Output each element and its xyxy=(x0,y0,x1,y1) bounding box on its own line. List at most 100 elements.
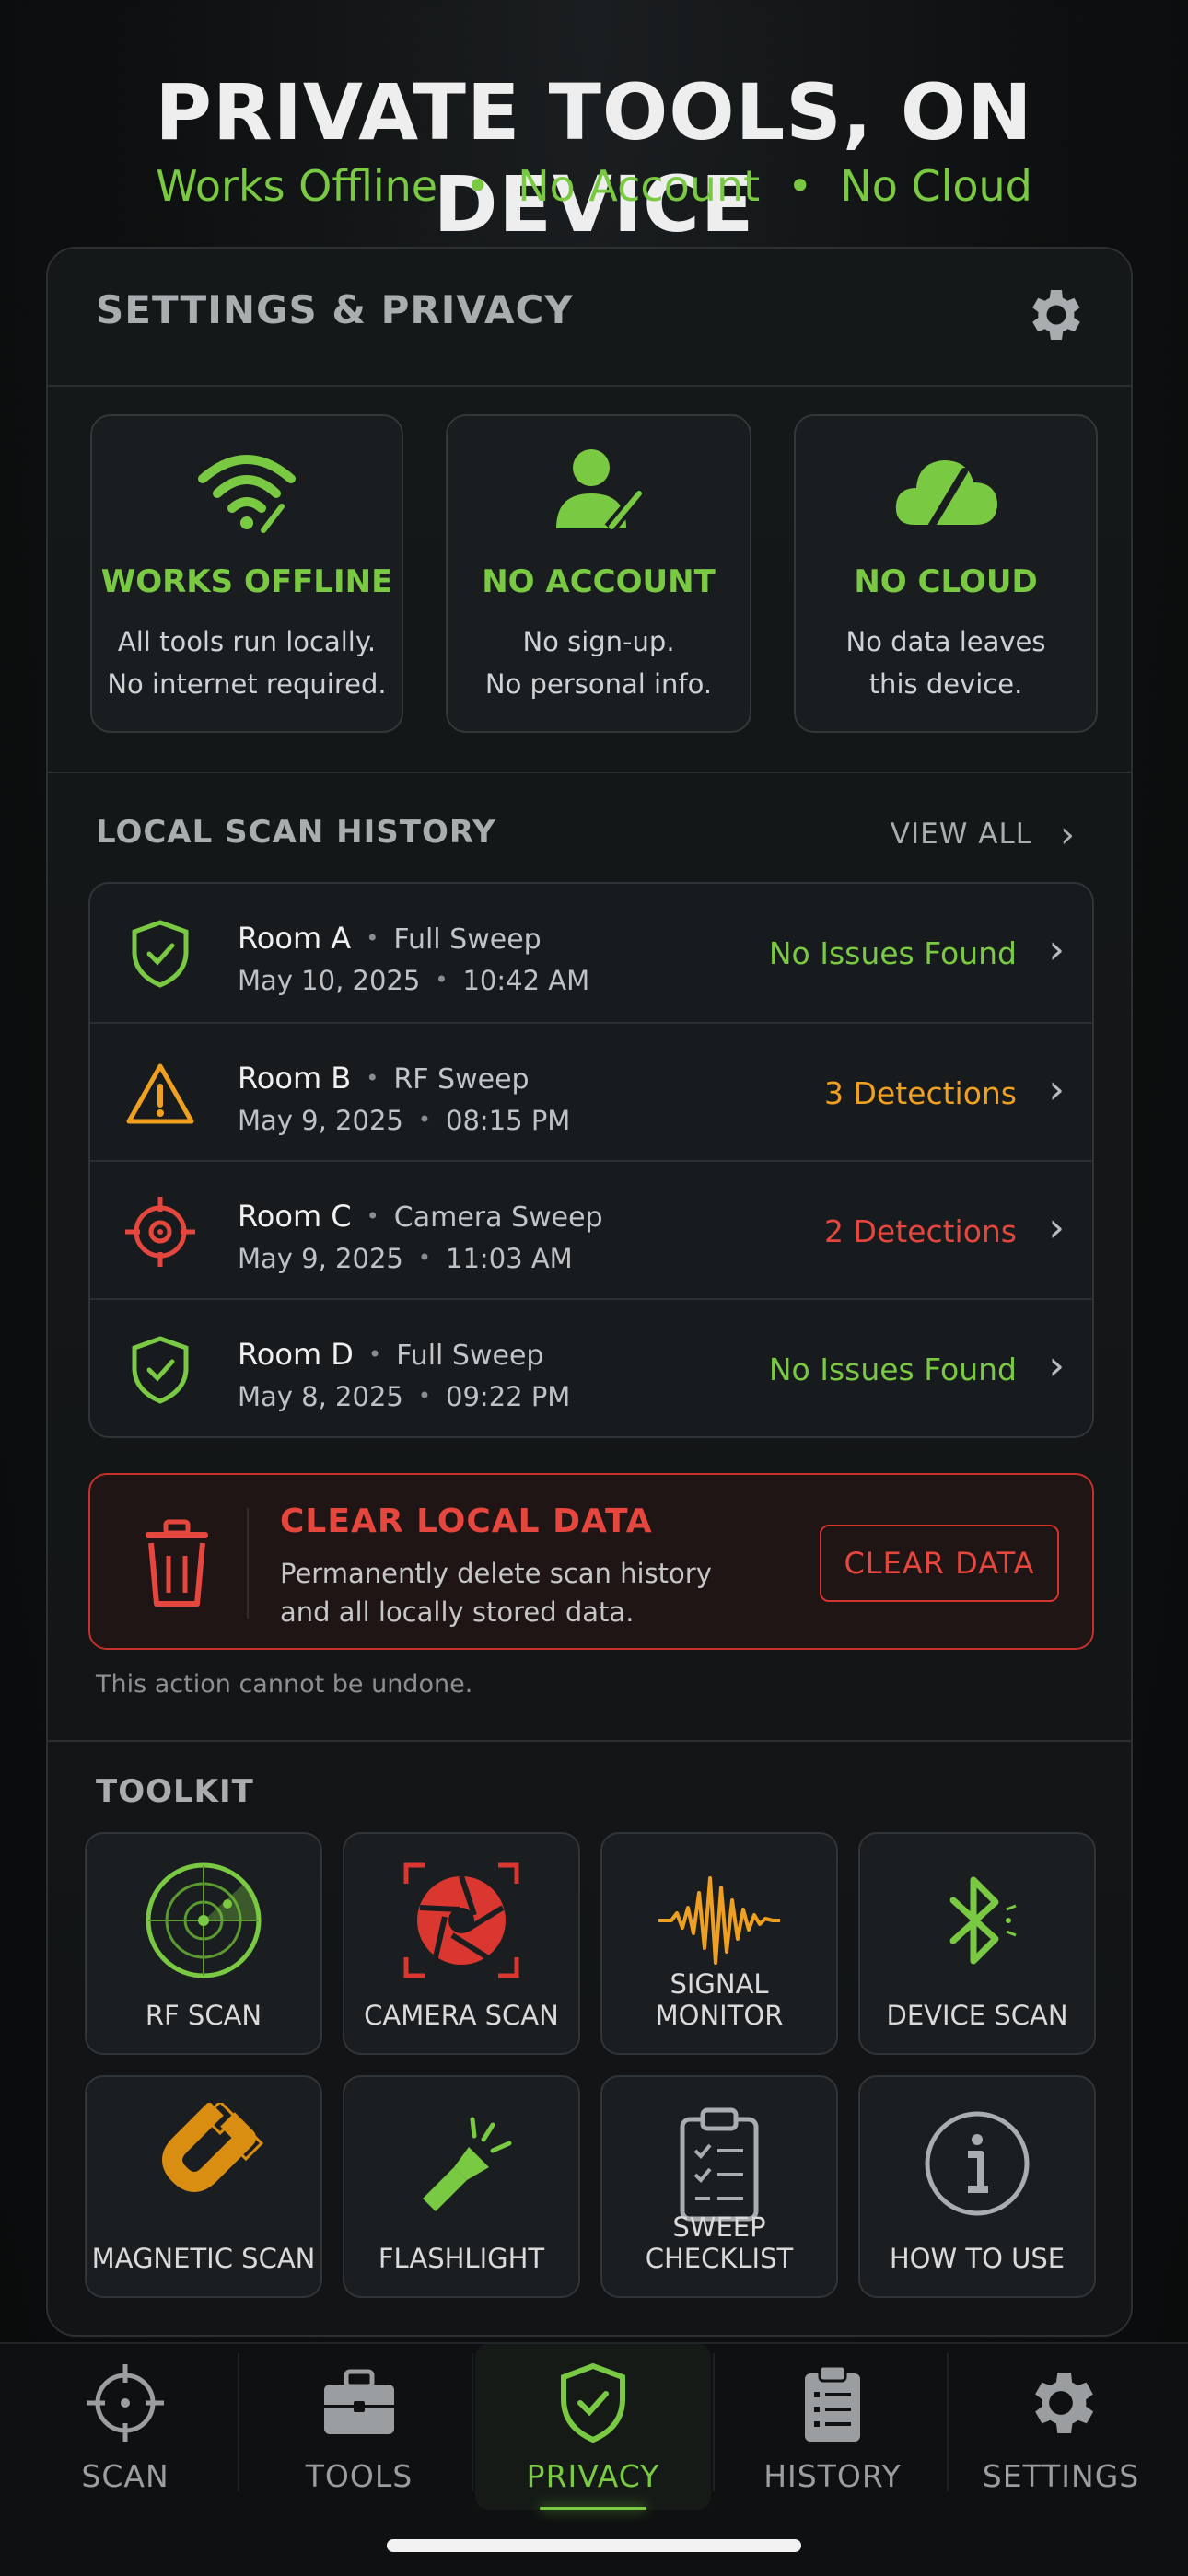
tool-device-scan[interactable]: DEVICE SCAN xyxy=(858,1832,1096,2055)
feature-desc-line: No data leaves xyxy=(845,626,1046,657)
chevron-right-icon: › xyxy=(1048,1204,1065,1251)
tab-label: TOOLS xyxy=(305,2458,413,2494)
tool-label: HOW TO USE xyxy=(889,2243,1066,2274)
tab-label: SCAN xyxy=(81,2458,169,2494)
history-status: 2 Detections xyxy=(824,1213,1017,1249)
history-row-room-c[interactable]: Room C • Camera Sweep May 9, 2025 • 11:03 AM… xyxy=(90,1160,1092,1300)
chevron-right-icon: › xyxy=(1048,1066,1065,1113)
scan-date: May 8, 2025 xyxy=(238,1381,403,1412)
tool-magnetic-scan[interactable]: MAGNETIC SCAN xyxy=(85,2075,322,2298)
tagline-no-account: No Account xyxy=(518,161,761,211)
shield-check-icon xyxy=(561,2362,625,2443)
tool-how-to-use[interactable]: HOW TO USE xyxy=(858,2075,1096,2298)
tool-camera-scan[interactable]: CAMERA SCAN xyxy=(343,1832,580,2055)
tool-rf-scan[interactable]: RF SCAN xyxy=(85,1832,322,2055)
feature-title: WORKS OFFLINE xyxy=(100,563,393,600)
clear-data-title: CLEAR LOCAL DATA xyxy=(280,1503,653,1540)
clipboard-checklist-icon xyxy=(680,2107,759,2222)
history-room: Room B • RF Sweep xyxy=(238,1061,530,1096)
room-name: Room B xyxy=(238,1061,352,1096)
clear-data-description: Permanently delete scan history and all … xyxy=(280,1554,712,1631)
tool-signal-monitor[interactable]: SIGNAL MONITOR xyxy=(600,1832,838,2055)
feature-desc: No sign-up. No personal info. xyxy=(448,621,750,705)
toolkit-section-label: TOOLKIT xyxy=(96,1773,254,1810)
feature-desc-line: No internet required. xyxy=(107,668,387,700)
tagline-offline: Works Offline xyxy=(156,161,438,211)
history-status: No Issues Found xyxy=(768,1352,1017,1387)
bullet-separator: • xyxy=(367,1341,382,1367)
feature-card-no-account: NO ACCOUNT No sign-up. No personal info. xyxy=(446,414,751,733)
no-account-icon xyxy=(556,449,646,533)
gear-icon xyxy=(1035,2373,1094,2433)
tab-tools[interactable]: TOOLS xyxy=(241,2344,477,2510)
scan-time: 09:22 PM xyxy=(446,1381,571,1412)
active-tab-indicator xyxy=(540,2507,646,2510)
feature-card-no-cloud: NO CLOUD No data leaves this device. xyxy=(794,414,1098,733)
history-status: 3 Detections xyxy=(824,1075,1017,1111)
history-row-room-b[interactable]: Room B • RF Sweep May 9, 2025 • 08:15 PM 3 D… xyxy=(90,1022,1092,1162)
room-name: Room D xyxy=(238,1337,354,1372)
tab-settings[interactable]: SETTINGS xyxy=(943,2344,1179,2510)
tool-sweep-checklist[interactable]: SWEEP CHECKLIST xyxy=(600,2075,838,2298)
clear-data-button[interactable]: CLEAR DATA xyxy=(820,1525,1059,1602)
feature-desc-line: No personal info. xyxy=(484,668,713,700)
tool-label: MAGNETIC SCAN xyxy=(91,2243,316,2274)
tab-scan[interactable]: SCAN xyxy=(7,2344,243,2510)
flashlight-icon xyxy=(423,2117,512,2211)
scan-time: 08:15 PM xyxy=(446,1105,571,1136)
clear-desc-line: Permanently delete scan history xyxy=(280,1558,712,1589)
feature-card-offline: WORKS OFFLINE All tools run locally. No … xyxy=(90,414,403,733)
divider xyxy=(48,385,1131,387)
bullet-separator: • xyxy=(366,925,379,951)
clear-data-warning-note: This action cannot be undone. xyxy=(96,1670,473,1699)
history-date: May 8, 2025 • 09:22 PM xyxy=(238,1381,570,1412)
tool-label: DEVICE SCAN xyxy=(886,2000,1068,2031)
scan-date: May 9, 2025 xyxy=(238,1105,403,1136)
tab-label: PRIVACY xyxy=(526,2458,660,2494)
bullet-separator: • xyxy=(417,1383,432,1409)
clear-local-data-box: CLEAR LOCAL DATA Permanently delete scan… xyxy=(88,1473,1094,1650)
camera-aperture-icon xyxy=(403,1862,519,1978)
waveform-icon xyxy=(658,1876,780,1965)
room-name: Room A xyxy=(238,921,352,956)
scan-date: May 10, 2025 xyxy=(238,965,421,996)
wifi-offline-icon xyxy=(198,455,296,533)
gear-icon[interactable] xyxy=(1020,282,1087,348)
scan-type: RF Sweep xyxy=(393,1063,530,1096)
history-row-room-a[interactable]: Room A • Full Sweep May 10, 2025 • 10:42 AM … xyxy=(90,884,1092,1022)
bullet-separator: • xyxy=(366,1203,379,1229)
divider xyxy=(48,772,1131,773)
tab-privacy[interactable]: PRIVACY xyxy=(475,2344,711,2510)
view-all-link[interactable]: VIEW ALL › xyxy=(891,814,1076,856)
header-tagline: Works Offline • No Account • No Cloud xyxy=(0,157,1188,215)
clipboard-icon xyxy=(805,2364,860,2442)
history-status: No Issues Found xyxy=(768,935,1017,971)
history-room: Room C • Camera Sweep xyxy=(238,1199,603,1234)
bullet-separator: • xyxy=(435,967,448,992)
room-name: Room C xyxy=(238,1199,352,1234)
trash-icon xyxy=(146,1519,208,1607)
feature-desc: No data leaves this device. xyxy=(796,621,1096,705)
tab-history[interactable]: HISTORY xyxy=(715,2344,950,2510)
feature-desc-line: All tools run locally. xyxy=(117,626,377,657)
divider xyxy=(48,1740,1131,1742)
tagline-no-cloud: No Cloud xyxy=(840,161,1032,211)
view-all-label: VIEW ALL xyxy=(890,818,1032,851)
magnet-icon xyxy=(162,2103,264,2192)
history-room: Room D • Full Sweep xyxy=(238,1337,543,1372)
scan-time: 10:42 AM xyxy=(462,965,590,996)
tab-label: SETTINGS xyxy=(982,2458,1140,2494)
warning-icon xyxy=(126,1063,194,1124)
bluetooth-icon xyxy=(949,1876,1017,1965)
chevron-right-icon: › xyxy=(1060,814,1076,856)
tool-flashlight[interactable]: FLASHLIGHT xyxy=(343,2075,580,2298)
history-row-room-d[interactable]: Room D • Full Sweep May 8, 2025 • 09:22 PM N… xyxy=(90,1298,1092,1436)
tool-label: SWEEP CHECKLIST xyxy=(645,2211,794,2274)
shield-check-icon xyxy=(132,920,189,988)
no-cloud-icon xyxy=(895,460,997,530)
home-indicator[interactable] xyxy=(387,2539,801,2552)
tagline-separator: • xyxy=(465,161,491,211)
panel-title: SETTINGS & PRIVACY xyxy=(96,287,574,332)
feature-title: NO ACCOUNT xyxy=(482,563,716,600)
history-room: Room A • Full Sweep xyxy=(238,921,542,956)
